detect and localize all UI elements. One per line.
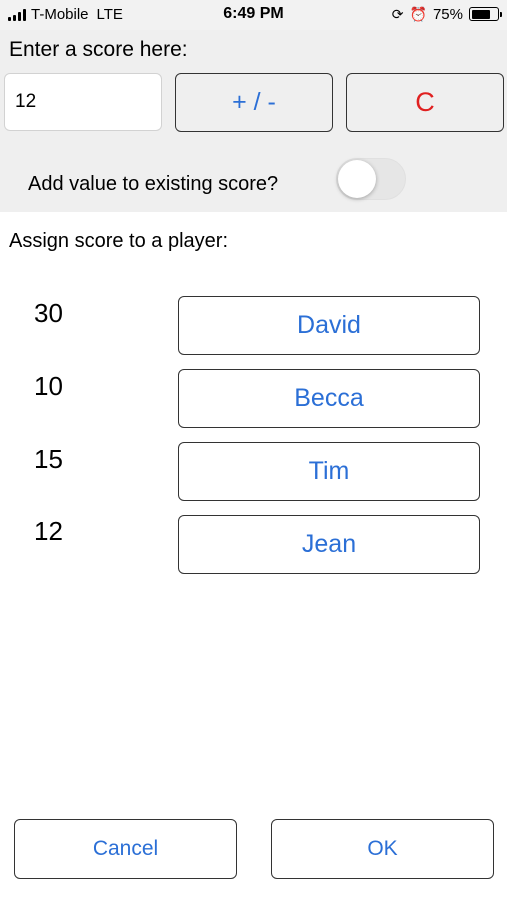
cancel-button[interactable]: Cancel	[14, 819, 237, 879]
battery-fill	[471, 9, 491, 19]
battery-icon	[469, 7, 502, 21]
alarm-icon: ⏰	[409, 6, 427, 22]
ok-button[interactable]: OK	[271, 819, 494, 879]
player-score: 10	[34, 371, 63, 401]
status-bar: T-Mobile LTE 6:49 PM ⟳ ⏰ 75%	[0, 0, 507, 30]
player-score: 30	[34, 298, 63, 328]
player-score: 12	[34, 516, 63, 546]
add-to-existing-label: Add value to existing score?	[28, 173, 279, 195]
assign-score-label: Assign score to a player:	[9, 230, 228, 252]
add-to-existing-toggle[interactable]	[336, 158, 406, 200]
player-button-becca[interactable]: Becca	[178, 369, 480, 428]
battery-percent: 75%	[432, 5, 463, 23]
status-right: ⟳ ⏰ 75%	[391, 5, 502, 23]
toggle-sign-button[interactable]: + / -	[175, 73, 333, 132]
enter-score-label: Enter a score here:	[9, 38, 188, 61]
player-button-tim[interactable]: Tim	[178, 442, 480, 501]
toggle-knob	[338, 160, 376, 198]
player-score: 15	[34, 444, 63, 474]
player-button-jean[interactable]: Jean	[178, 515, 480, 574]
score-input[interactable]	[4, 73, 162, 131]
player-button-david[interactable]: David	[178, 296, 480, 355]
battery-tip	[500, 11, 502, 17]
clear-button[interactable]: C	[346, 73, 504, 132]
orientation-lock-icon: ⟳	[391, 6, 404, 22]
